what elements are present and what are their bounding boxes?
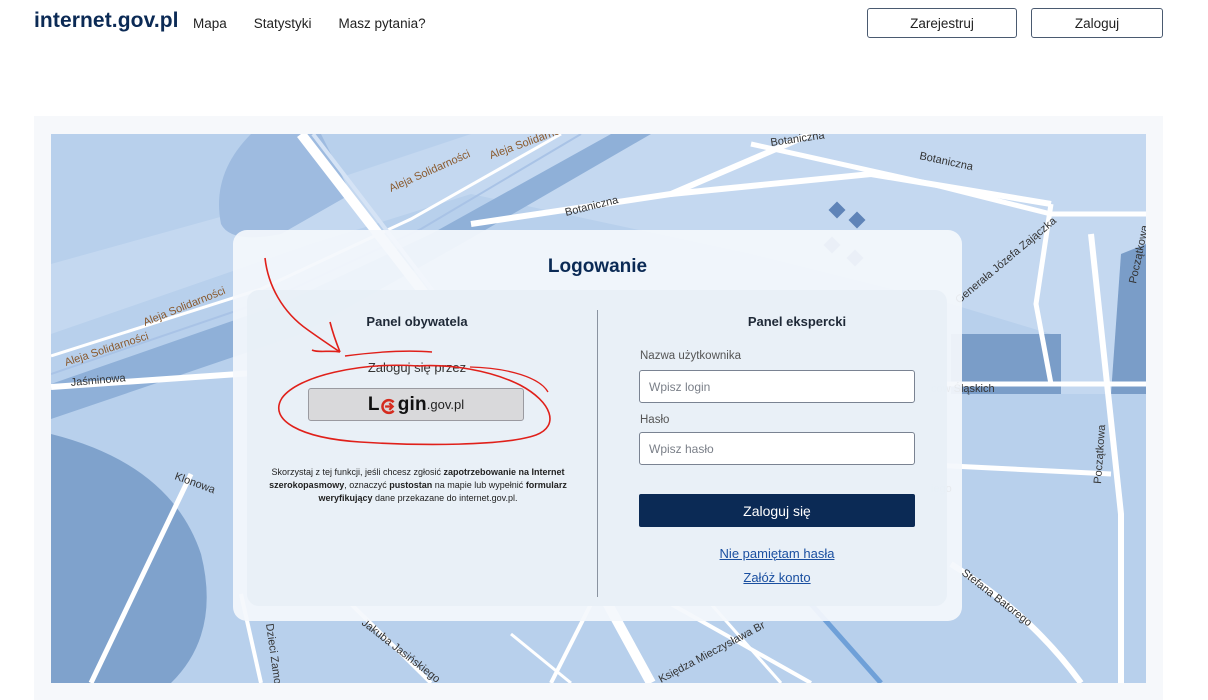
submit-login-button[interactable]: Zaloguj się: [639, 494, 915, 527]
password-input[interactable]: [639, 432, 915, 465]
login-panels: Panel obywatela Zaloguj się przez L gin …: [247, 290, 947, 606]
site-logo[interactable]: internet.gov.pl: [34, 9, 179, 33]
header-login-button[interactable]: Zaloguj: [1031, 8, 1163, 38]
login-gov-logo-domain: .gov.pl: [426, 397, 465, 412]
citizen-info-text: Skorzystaj z tej funkcji, jeśli chcesz z…: [269, 467, 567, 503]
map-label: Jakuba Jasińskiego: [359, 617, 442, 683]
nav-item-statystyki[interactable]: Statystyki: [254, 16, 312, 31]
login-gov-button[interactable]: L gin .gov.pl: [308, 388, 524, 421]
citizen-panel-title: Panel obywatela: [366, 314, 468, 329]
username-input[interactable]: [639, 370, 915, 403]
site-header: internet.gov.pl Mapa Statystyki Masz pyt…: [0, 0, 1208, 60]
nav-item-masz-pytania[interactable]: Masz pytania?: [339, 16, 426, 31]
register-button[interactable]: Zarejestruj: [867, 8, 1017, 38]
create-account-link[interactable]: Załóż konto: [639, 570, 915, 585]
login-title: Logowanie: [547, 256, 648, 277]
map-label: Stefana Batorego: [959, 567, 1034, 629]
login-gov-logo-l: L: [367, 393, 380, 415]
password-label: Hasło: [640, 414, 670, 426]
nav-item-mapa[interactable]: Mapa: [193, 16, 227, 31]
login-card: Logowanie Panel obywatela Zaloguj się pr…: [233, 230, 962, 621]
login-via-label: Zaloguj się przez: [367, 360, 467, 375]
login-gov-arrow-icon: [381, 398, 395, 415]
map-label: Dzieci Zamo: [263, 623, 283, 683]
username-label: Nazwa użytkownika: [640, 350, 741, 362]
panel-divider: [597, 310, 598, 597]
expert-panel-title: Panel ekspercki: [747, 314, 847, 329]
login-gov-logo-gin: gin: [397, 393, 427, 415]
main-nav: Mapa Statystyki Masz pytania?: [193, 16, 426, 31]
forgot-password-link[interactable]: Nie pamiętam hasła: [639, 546, 915, 561]
